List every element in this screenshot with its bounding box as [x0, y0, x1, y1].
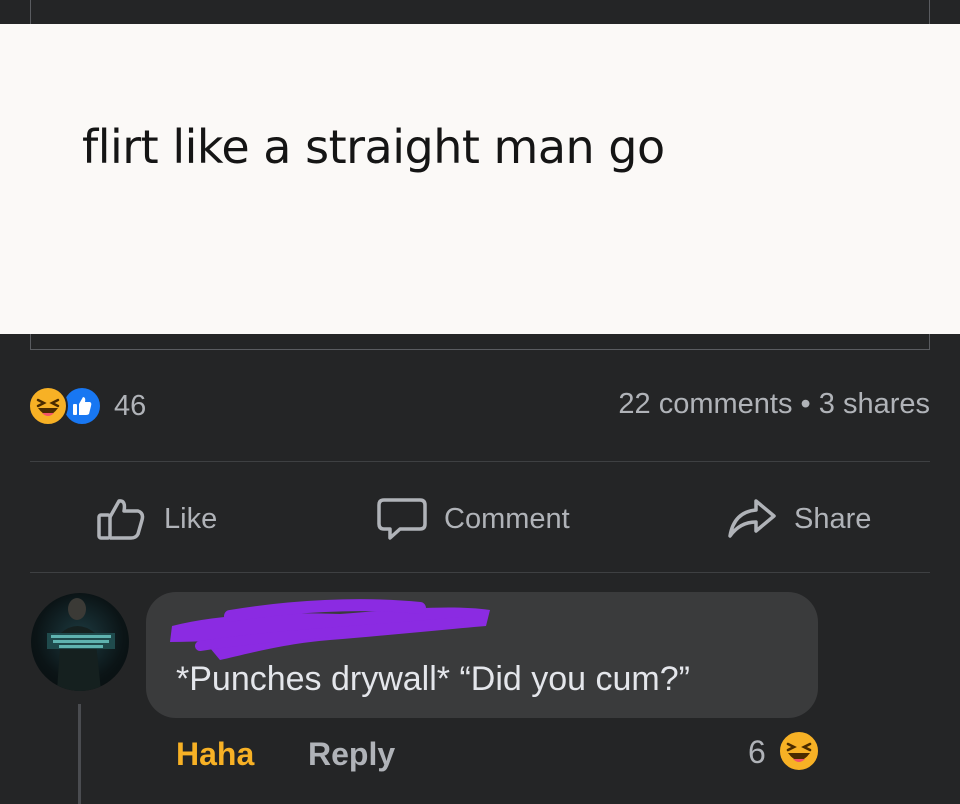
avatar[interactable]	[31, 593, 129, 691]
post-stats[interactable]: 22 comments • 3 shares	[618, 388, 930, 421]
share-label: Share	[794, 502, 872, 535]
reaction-count: 46	[114, 389, 147, 422]
like-button[interactable]: Like	[96, 496, 217, 542]
post-image-text: flirt like a straight man go	[82, 120, 665, 174]
share-arrow-icon	[728, 499, 776, 538]
comment-label: Comment	[444, 502, 570, 535]
share-button[interactable]: Share	[726, 496, 871, 542]
haha-reaction-icon[interactable]	[778, 730, 820, 772]
reactions-summary[interactable]: 46	[28, 386, 146, 426]
speech-bubble-icon	[377, 498, 427, 540]
reply-button[interactable]: Reply	[308, 736, 395, 773]
divider	[30, 461, 930, 462]
haha-button[interactable]: Haha	[176, 736, 254, 773]
thread-line	[78, 704, 81, 804]
comment-button[interactable]: Comment	[376, 496, 570, 542]
thumbs-up-icon	[97, 499, 145, 540]
post-image[interactable]: flirt like a straight man go	[0, 24, 960, 334]
like-reaction-icon	[62, 386, 102, 426]
divider	[30, 572, 930, 573]
haha-reaction-icon	[28, 386, 68, 426]
redacted-author-name	[170, 599, 490, 660]
comment-text: *Punches drywall* “Did you cum?”	[176, 660, 690, 698]
like-label: Like	[164, 502, 218, 535]
comment-reaction-count[interactable]: 6	[748, 734, 766, 771]
